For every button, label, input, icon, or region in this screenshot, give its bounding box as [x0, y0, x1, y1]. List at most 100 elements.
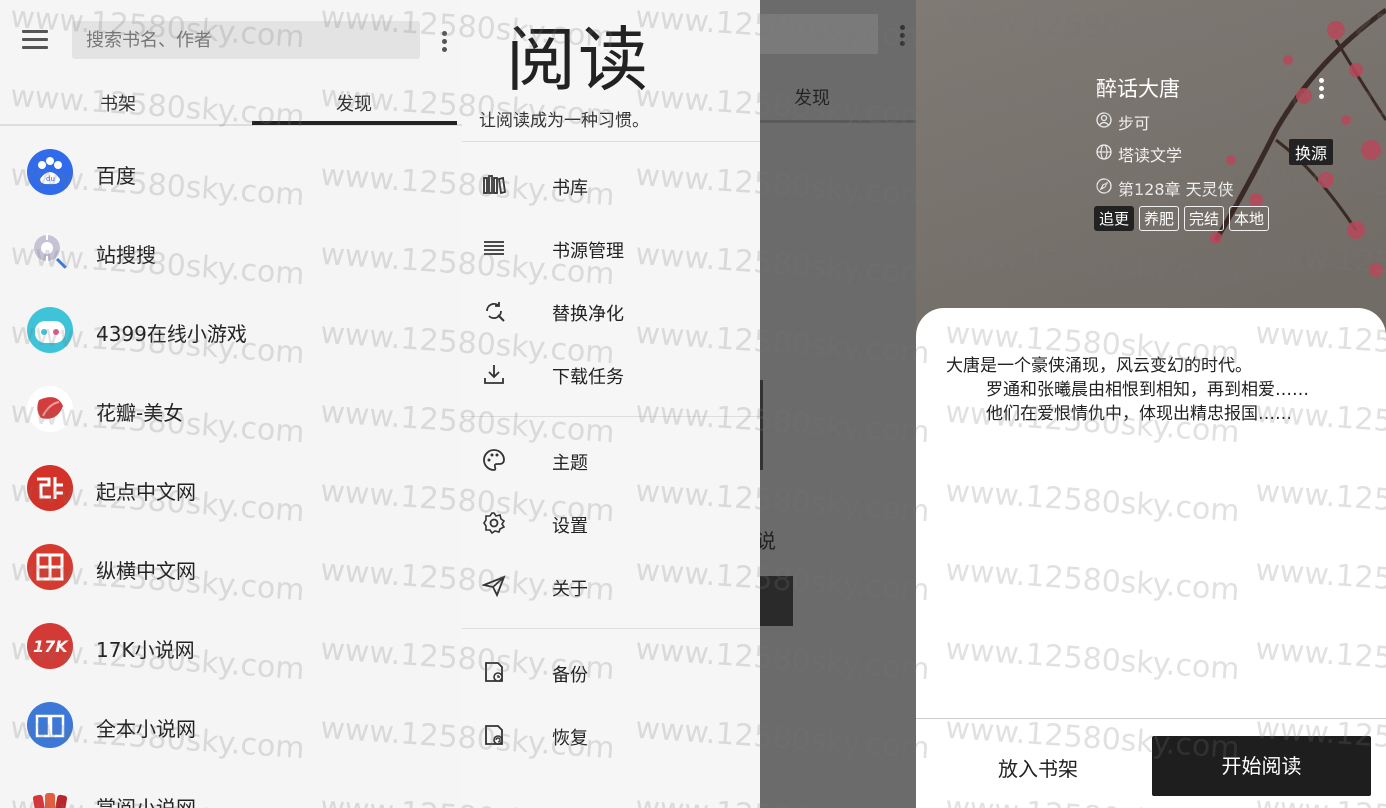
change-source-button[interactable]: 换源 [1289, 139, 1334, 165]
more-options-icon[interactable] [1317, 76, 1325, 102]
baidu-paw-icon: du [27, 149, 73, 195]
source-label: 站搜搜 [96, 243, 156, 267]
scrim-search-bar [760, 14, 878, 54]
petal-icon [27, 386, 73, 432]
menu-item-library[interactable]: 书库 [462, 155, 760, 215]
add-to-shelf-button[interactable]: 放入书架 [998, 753, 1078, 782]
menu-item-source-manage[interactable]: 书源管理 [462, 218, 760, 278]
peek-button [760, 576, 793, 626]
menu-item-settings[interactable]: 设置 [462, 493, 760, 553]
tab-discover-peek: 发现 [794, 88, 830, 109]
list-item[interactable]: 纵横中文网 [0, 527, 462, 606]
tab-bookshelf[interactable]: 书架 [100, 90, 136, 116]
divider [916, 718, 1386, 719]
divider [760, 120, 916, 123]
menu-item-about[interactable]: 关于 [462, 556, 760, 616]
app-slogan: 让阅读成为一种习惯。 [479, 111, 649, 131]
drawer-scrim[interactable]: 发现 说 [760, 0, 916, 808]
list-item[interactable]: 4399在线小游戏 [0, 290, 462, 369]
17k-logo-icon: 17K [27, 623, 73, 669]
source-label: 起点中文网 [96, 480, 196, 504]
library-icon [483, 175, 506, 195]
menu-item-label: 设置 [552, 516, 588, 537]
discover-toolbar [0, 0, 462, 80]
navigation-drawer: 阅读 让阅读成为一种习惯。 书库 书源管理 替换净化 下载任务 主题 设置 关于… [462, 0, 760, 808]
more-options-icon[interactable] [440, 29, 448, 55]
menu-item-restore[interactable]: 恢复 [462, 705, 760, 765]
backup-icon [485, 662, 503, 682]
replace-search-icon [486, 302, 505, 322]
list-item[interactable]: 掌阅小说网 [0, 764, 462, 808]
qidian-logo-icon [27, 465, 73, 511]
list-icon [484, 241, 504, 255]
source-label: 纵横中文网 [96, 559, 196, 583]
source-name: 塔读文学 [1118, 146, 1183, 165]
start-reading-button[interactable]: 开始阅读 [1152, 736, 1371, 796]
book-detail-sheet: 大唐是一个豪侠涌现，风云变幻的时代。 罗通和张曦晨由相恨到相知，再到相爱…… 他… [916, 308, 1386, 808]
source-label: 花瓣-美女 [96, 401, 184, 425]
menu-item-label: 下载任务 [552, 367, 624, 388]
source-list: du 百度 站搜搜 4399在线小游戏 花瓣-美女 起点中文网 纵横中文网 17… [0, 132, 462, 808]
tag-fatten[interactable]: 养肥 [1139, 206, 1180, 231]
chapter-name: 第128章 天灵侠 [1118, 180, 1234, 199]
menu-item-label: 备份 [552, 665, 588, 686]
list-item[interactable]: 17K 17K小说网 [0, 606, 462, 685]
author-name: 步可 [1118, 114, 1151, 133]
more-options-icon [898, 23, 906, 49]
compass-icon [1096, 178, 1112, 194]
menu-item-label: 替换净化 [552, 304, 624, 325]
intro-line: 大唐是一个豪侠涌现，风云变幻的时代。 [946, 356, 1252, 376]
source-label: 掌阅小说网 [96, 796, 196, 808]
restore-icon [485, 725, 503, 745]
list-item[interactable]: 站搜搜 [0, 211, 462, 290]
zongheng-logo-icon [27, 544, 73, 590]
intro-line: 罗通和张曦晨由相恨到相知，再到相爱…… [986, 380, 1309, 400]
tag-follow[interactable]: 追更 [1094, 206, 1135, 231]
menu-item-backup[interactable]: 备份 [462, 642, 760, 702]
app-brand: 阅读 [506, 19, 650, 101]
open-book-icon [27, 702, 73, 748]
menu-item-label: 关于 [552, 579, 588, 600]
magnifier-icon [27, 228, 73, 274]
tab-indicator [252, 121, 457, 125]
menu-item-label: 书源管理 [552, 241, 624, 262]
zhangyue-logo-icon [27, 781, 73, 808]
list-item[interactable]: 全本小说网 [0, 685, 462, 764]
book-title: 醉话大唐 [1096, 77, 1180, 101]
main-tabs: 书架 发现 [0, 80, 462, 126]
tag-local[interactable]: 本地 [1229, 206, 1270, 231]
divider [462, 416, 760, 417]
scrim-edge [760, 380, 763, 470]
gear-icon [483, 512, 506, 535]
menu-item-replace[interactable]: 替换净化 [462, 281, 760, 341]
menu-item-label: 主题 [552, 453, 588, 474]
tag-finished[interactable]: 完结 [1184, 206, 1225, 231]
svg-text:17K: 17K [33, 637, 69, 656]
list-item[interactable]: 花瓣-美女 [0, 369, 462, 448]
menu-item-label: 恢复 [552, 728, 588, 749]
game-robot-icon [27, 307, 73, 353]
list-item[interactable]: 起点中文网 [0, 448, 462, 527]
source-label: 17K小说网 [96, 638, 195, 662]
paper-plane-icon [482, 575, 506, 598]
book-tags: 追更 养肥 完结 本地 [1094, 206, 1270, 231]
download-icon [484, 365, 504, 384]
source-label: 百度 [96, 164, 136, 188]
peek-text: 说 [760, 529, 776, 553]
discover-panel: 书架 发现 du 百度 站搜搜 4399在线小游戏 花瓣-美女 [0, 0, 462, 808]
globe-icon [1096, 144, 1112, 160]
menu-item-theme[interactable]: 主题 [462, 430, 760, 490]
divider [462, 628, 760, 629]
menu-item-label: 书库 [552, 178, 588, 199]
intro-line: 他们在爱恨情仇中，体现出精忠报国…… [986, 404, 1292, 424]
tab-discover[interactable]: 发现 [336, 90, 372, 116]
book-intro: 大唐是一个豪侠涌现，风云变幻的时代。 罗通和张曦晨由相恨到相知，再到相爱…… 他… [946, 354, 1309, 426]
search-input[interactable] [72, 21, 420, 59]
svg-text:du: du [46, 175, 55, 183]
person-icon [1096, 112, 1112, 128]
menu-item-download[interactable]: 下载任务 [462, 344, 760, 404]
hamburger-menu-icon[interactable] [22, 28, 48, 50]
list-item[interactable]: du 百度 [0, 132, 462, 211]
source-label: 4399在线小游戏 [96, 322, 247, 346]
source-label: 全本小说网 [96, 717, 196, 741]
